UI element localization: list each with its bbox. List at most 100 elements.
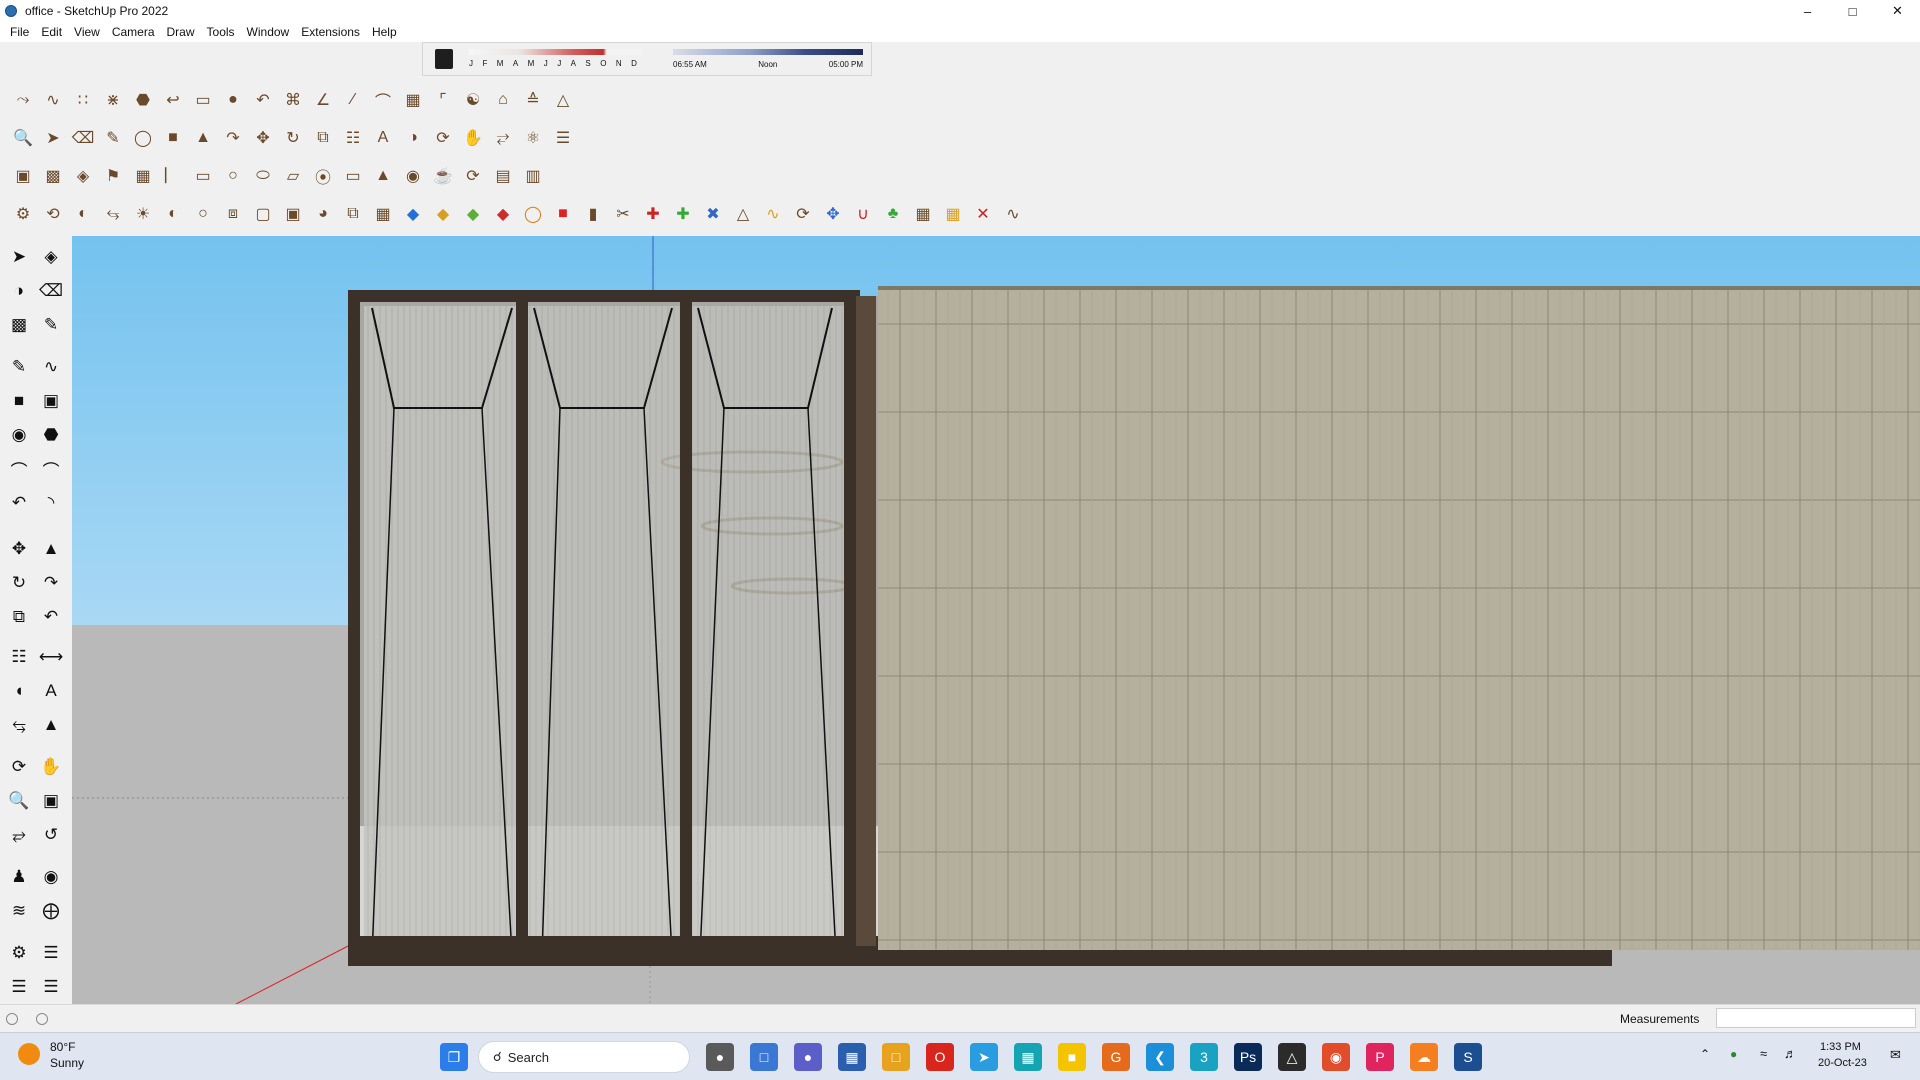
plane-blue-icon[interactable]: ◆ bbox=[400, 201, 426, 227]
wifi-icon[interactable]: ≈ bbox=[1760, 1046, 1767, 1061]
menu-view[interactable]: View bbox=[68, 25, 106, 39]
weather-sun-icon[interactable] bbox=[18, 1043, 40, 1065]
menu-camera[interactable]: Camera bbox=[106, 25, 161, 39]
vscode-icon[interactable]: ❮ bbox=[1146, 1043, 1174, 1071]
soundcloud-icon[interactable]: ☁ bbox=[1410, 1043, 1438, 1071]
tape-tool-icon[interactable]: ☷ bbox=[4, 642, 34, 672]
stair-icon[interactable]: ⌜ bbox=[430, 87, 456, 113]
look-around-icon[interactable]: ◉ bbox=[36, 862, 66, 892]
menu-file[interactable]: File bbox=[4, 25, 35, 39]
minimize-icon[interactable]: – bbox=[1785, 0, 1830, 22]
teapot-icon[interactable]: ☕ bbox=[430, 163, 456, 189]
time-slider[interactable] bbox=[673, 49, 863, 55]
calculator-icon[interactable]: ▦ bbox=[838, 1043, 866, 1071]
maximize-icon[interactable]: □ bbox=[1830, 0, 1875, 22]
wireframe-icon[interactable]: ⧉ bbox=[340, 201, 366, 227]
refresh-icon[interactable]: ⟳ bbox=[460, 163, 486, 189]
pencil-icon[interactable]: ✎ bbox=[100, 125, 126, 151]
paint-tool-icon[interactable]: ◑ bbox=[4, 276, 34, 306]
axes-tool-icon[interactable]: ⥃ bbox=[4, 710, 34, 740]
shelter-icon[interactable]: ≙ bbox=[520, 87, 546, 113]
red-square-icon[interactable]: ■ bbox=[550, 201, 576, 227]
sticky-notes-icon[interactable]: ■ bbox=[1058, 1043, 1086, 1071]
walk-icon[interactable]: ≋ bbox=[4, 896, 34, 926]
sheets-icon[interactable]: ▦ bbox=[1014, 1043, 1042, 1071]
windows-start-icon[interactable]: ❐ bbox=[440, 1043, 468, 1071]
plane-green-icon[interactable]: ◆ bbox=[460, 201, 486, 227]
scale-icon[interactable]: ⧉ bbox=[310, 125, 336, 151]
extension-manager-icon[interactable]: ☰ bbox=[36, 972, 66, 1002]
task-view-icon[interactable]: □ bbox=[750, 1043, 778, 1071]
offset-icon[interactable]: ↶ bbox=[250, 87, 276, 113]
select-icon[interactable]: ➤ bbox=[40, 125, 66, 151]
protractor-tool-icon[interactable]: ◖ bbox=[4, 676, 34, 706]
zoom-extents-tool-icon[interactable]: ⥂ bbox=[4, 820, 34, 850]
g-app-icon[interactable]: G bbox=[1102, 1043, 1130, 1071]
menu-tools[interactable]: Tools bbox=[201, 25, 241, 39]
copilot-icon[interactable]: ● bbox=[706, 1043, 734, 1071]
scale-tool-icon[interactable]: ⧉ bbox=[4, 602, 34, 632]
menu-draw[interactable]: Draw bbox=[161, 25, 201, 39]
follow-me-tool-icon[interactable]: ↷ bbox=[36, 568, 66, 598]
grid-icon[interactable]: ▦ bbox=[130, 163, 156, 189]
two-point-arc-icon[interactable]: ⌒ bbox=[36, 454, 66, 484]
position-camera-icon[interactable]: ♟ bbox=[4, 862, 34, 892]
pinterest-icon[interactable]: P bbox=[1366, 1043, 1394, 1071]
make-component-icon[interactable]: ◈ bbox=[36, 242, 66, 272]
volume-icon[interactable]: ♬ bbox=[1784, 1046, 1797, 1061]
settings-icon[interactable]: ⚙ bbox=[10, 201, 36, 227]
sphere-icon[interactable]: ● bbox=[220, 87, 246, 113]
zoom-extents-icon[interactable]: ⥂ bbox=[490, 125, 516, 151]
freehand-icon[interactable]: ∿ bbox=[36, 352, 66, 382]
shadow-settings-icon[interactable]: ○ bbox=[190, 201, 216, 227]
move-cross-icon[interactable]: ✥ bbox=[820, 201, 846, 227]
parallelogram-icon[interactable]: ▱ bbox=[280, 163, 306, 189]
text-tool-icon[interactable]: A bbox=[370, 125, 396, 151]
polygon-tool-icon[interactable]: ⬣ bbox=[36, 420, 66, 450]
plus-green-icon[interactable]: ✚ bbox=[670, 201, 696, 227]
model-viewport[interactable] bbox=[72, 236, 1920, 1004]
extrude-icon[interactable]: ▭ bbox=[190, 87, 216, 113]
arc-tool-icon[interactable]: ⌒ bbox=[4, 454, 34, 484]
dome-icon[interactable]: ◐ bbox=[160, 201, 186, 227]
select-tool-icon[interactable]: ➤ bbox=[4, 242, 34, 272]
menu-edit[interactable]: Edit bbox=[35, 25, 68, 39]
info-icon[interactable] bbox=[36, 1013, 48, 1025]
push-pull-tool-icon[interactable]: ▲ bbox=[36, 534, 66, 564]
clock-date[interactable]: 20-Oct-23 bbox=[1818, 1057, 1867, 1069]
front-view-icon[interactable]: ▣ bbox=[280, 201, 306, 227]
style-icon[interactable]: ▥ bbox=[520, 163, 546, 189]
freehand-curve-icon[interactable]: ⤳ bbox=[10, 87, 36, 113]
tag-icon[interactable]: ⚑ bbox=[100, 163, 126, 189]
close-icon[interactable]: ✕ bbox=[1875, 0, 1920, 22]
weather-desc[interactable]: Sunny bbox=[50, 1056, 84, 1070]
teams-icon[interactable]: ● bbox=[794, 1043, 822, 1071]
zoom-tool-icon[interactable]: 🔍 bbox=[4, 786, 34, 816]
warehouse-tool-icon[interactable]: ⚙ bbox=[4, 938, 34, 968]
weld-icon[interactable]: ⋇ bbox=[100, 87, 126, 113]
zoom-window-icon[interactable]: ▣ bbox=[36, 786, 66, 816]
file-explorer-icon[interactable]: □ bbox=[882, 1043, 910, 1071]
rotate-icon[interactable]: ↻ bbox=[280, 125, 306, 151]
offset-tool-icon[interactable]: ↶ bbox=[36, 602, 66, 632]
move-tool-icon[interactable]: ✥ bbox=[4, 534, 34, 564]
dimension-icon[interactable]: ⟷ bbox=[36, 642, 66, 672]
tree-icon[interactable]: ♣ bbox=[880, 201, 906, 227]
viewport-scene[interactable] bbox=[72, 236, 1920, 1004]
hook-icon[interactable]: ↩ bbox=[160, 87, 186, 113]
chrome-icon[interactable]: ◉ bbox=[1322, 1043, 1350, 1071]
telegram-icon[interactable]: ➤ bbox=[970, 1043, 998, 1071]
cubes-icon[interactable]: ▦ bbox=[910, 201, 936, 227]
chamfer-icon[interactable]: ∠ bbox=[310, 87, 336, 113]
previous-view-icon[interactable]: ↺ bbox=[36, 820, 66, 850]
orbit-tool-icon[interactable]: ⟳ bbox=[4, 752, 34, 782]
scenes-icon[interactable]: ▤ bbox=[490, 163, 516, 189]
ring-icon[interactable]: ◯ bbox=[520, 201, 546, 227]
rotate-tool-icon[interactable]: ↻ bbox=[4, 568, 34, 598]
magnet-icon[interactable]: ∪ bbox=[850, 201, 876, 227]
crosshair-icon[interactable]: ✚ bbox=[640, 201, 666, 227]
tape-measure-icon[interactable]: ☷ bbox=[340, 125, 366, 151]
line-tool-icon[interactable]: ∕ bbox=[340, 87, 366, 113]
ruler-icon[interactable]: ⎸ bbox=[160, 163, 186, 189]
curve-tool-icon[interactable]: ∷ bbox=[70, 87, 96, 113]
